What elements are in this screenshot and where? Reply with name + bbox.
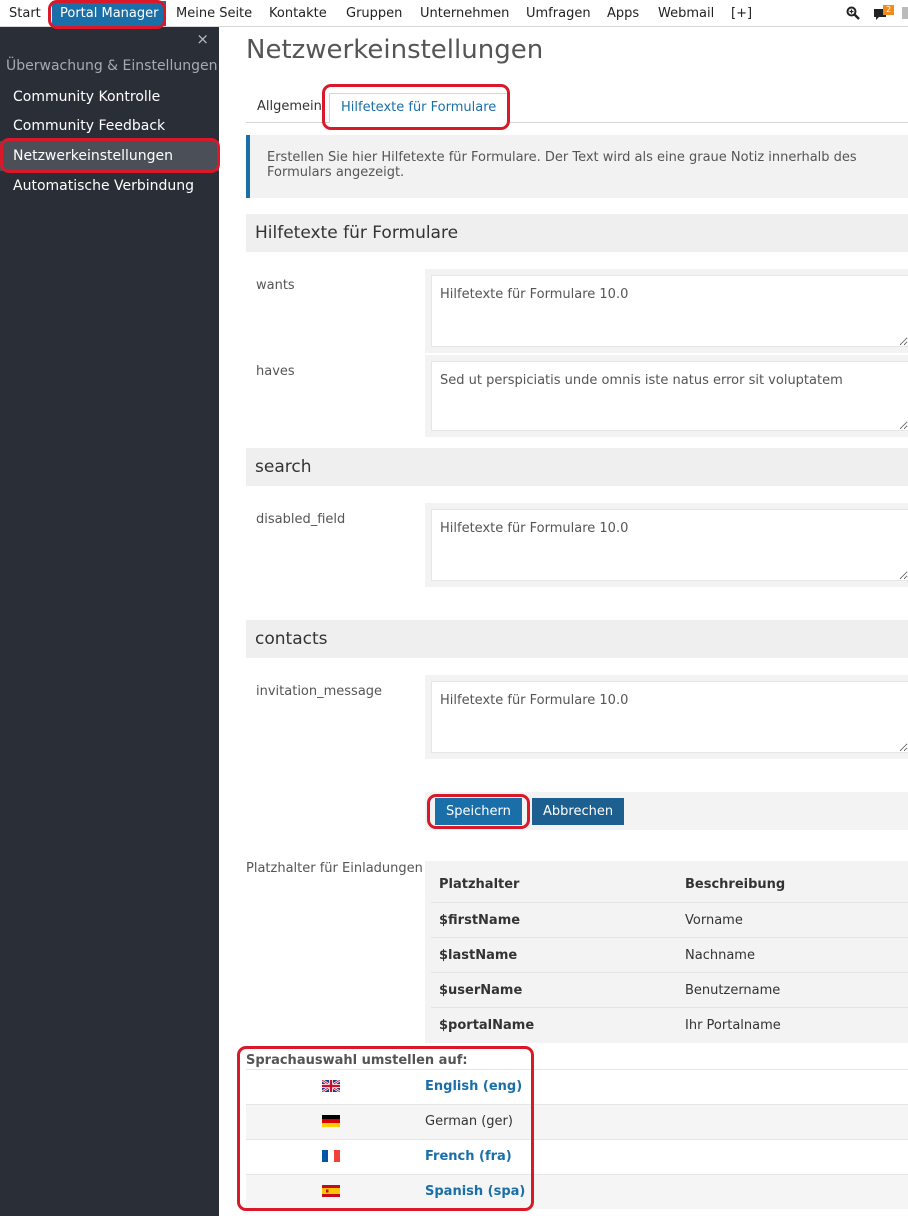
placeholder-description: Nachname xyxy=(685,948,755,963)
nav-umfragen[interactable]: Umfragen xyxy=(526,6,591,21)
language-option-french: French (fra) xyxy=(246,1139,908,1174)
wants-textarea[interactable]: Hilfetexte für Formulare 10.0 xyxy=(431,275,908,347)
main-content: Netzwerkeinstellungen Allgemein Hilfetex… xyxy=(219,27,908,1216)
placeholder-description: Ihr Portalname xyxy=(685,1018,781,1033)
textarea-container: Hilfetexte für Formulare 10.0 xyxy=(425,269,908,353)
spain-flag-icon xyxy=(322,1185,340,1197)
cancel-button[interactable]: Abbrechen xyxy=(532,798,625,825)
form-actions: Speichern Abbrechen xyxy=(425,792,908,830)
save-button[interactable]: Speichern xyxy=(435,798,522,825)
invitation-message-textarea[interactable]: Hilfetexte für Formulare 10.0 xyxy=(431,681,908,753)
placeholder-label: Platzhalter für Einladungen xyxy=(246,861,423,876)
sidebar-item-community-feedback[interactable]: Community Feedback xyxy=(0,111,219,141)
tab-hilfetexte[interactable]: Hilfetexte für Formulare xyxy=(329,93,509,123)
language-option-spanish: Spanish (spa) xyxy=(246,1174,908,1209)
close-icon[interactable]: × xyxy=(196,30,209,48)
sidebar-item-automatische-verbindung[interactable]: Automatische Verbindung xyxy=(0,171,219,201)
placeholder-description: Benutzername xyxy=(685,983,781,998)
tab-bar: Allgemein Hilfetexte für Formulare xyxy=(246,93,908,123)
placeholder-key: $userName xyxy=(439,983,523,998)
germany-flag-icon xyxy=(322,1115,340,1127)
field-label-disabled-field: disabled_field xyxy=(256,512,346,527)
field-label-wants: wants xyxy=(256,278,295,293)
search-icon[interactable] xyxy=(846,6,860,20)
sidebar: × Überwachung & Einstellungen Community … xyxy=(0,27,219,1216)
language-link-spanish[interactable]: Spanish (spa) xyxy=(425,1184,525,1199)
info-notice: Erstellen Sie hier Hilfetexte für Formul… xyxy=(246,135,908,198)
textarea-container: Hilfetexte für Formulare 10.0 xyxy=(425,675,908,759)
textarea-container: Sed ut perspiciatis unde omnis iste natu… xyxy=(425,355,908,437)
nav-more[interactable]: [+] xyxy=(731,6,752,21)
notification-badge: 2 xyxy=(883,5,894,15)
language-option-german: German (ger) xyxy=(246,1104,908,1139)
top-navigation: Start Portal Manager Meine Seite Kontakt… xyxy=(0,0,908,27)
language-current-german: German (ger) xyxy=(425,1114,513,1129)
field-label-invitation-message: invitation_message xyxy=(256,684,383,699)
table-row: $firstName Vorname xyxy=(431,903,908,938)
table-row: $userName Benutzername xyxy=(431,973,908,1008)
section-header-contacts: contacts xyxy=(246,620,908,658)
nav-apps[interactable]: Apps xyxy=(607,6,639,21)
page-title: Netzwerkeinstellungen xyxy=(246,35,544,65)
nav-portal-manager[interactable]: Portal Manager xyxy=(52,1,167,26)
france-flag-icon xyxy=(322,1150,340,1162)
language-link-english[interactable]: English (eng) xyxy=(425,1079,522,1094)
sidebar-item-netzwerkeinstellungen[interactable]: Netzwerkeinstellungen xyxy=(0,141,219,171)
column-header-description: Beschreibung xyxy=(685,877,786,892)
language-link-french[interactable]: French (fra) xyxy=(425,1149,512,1164)
placeholder-key: $portalName xyxy=(439,1018,535,1033)
uk-flag-icon xyxy=(321,1079,341,1093)
sidebar-heading: Überwachung & Einstellungen xyxy=(6,58,218,74)
table-row: $portalName Ihr Portalname xyxy=(431,1008,908,1043)
haves-textarea[interactable]: Sed ut perspiciatis unde omnis iste natu… xyxy=(431,361,908,431)
placeholder-key: $firstName xyxy=(439,913,521,928)
nav-gruppen[interactable]: Gruppen xyxy=(346,6,402,21)
nav-unternehmen[interactable]: Unternehmen xyxy=(420,6,509,21)
user-icon[interactable] xyxy=(902,7,908,19)
language-switch-heading: Sprachauswahl umstellen auf: xyxy=(246,1053,468,1068)
placeholder-description: Vorname xyxy=(685,913,743,928)
disabled-field-textarea[interactable]: Hilfetexte für Formulare 10.0 xyxy=(431,509,908,581)
table-header-row: Platzhalter Beschreibung xyxy=(431,867,908,903)
language-option-english: English (eng) xyxy=(246,1069,908,1104)
messages-icon[interactable]: 2 xyxy=(873,5,897,23)
column-header-placeholder: Platzhalter xyxy=(439,877,520,892)
sidebar-item-community-kontrolle[interactable]: Community Kontrolle xyxy=(0,82,219,112)
placeholder-key: $lastName xyxy=(439,948,518,963)
section-header-hilfetexte: Hilfetexte für Formulare xyxy=(246,214,908,252)
table-row: $lastName Nachname xyxy=(431,938,908,973)
textarea-container: Hilfetexte für Formulare 10.0 xyxy=(425,503,908,587)
tab-allgemein[interactable]: Allgemein xyxy=(246,93,333,123)
nav-webmail[interactable]: Webmail xyxy=(658,6,714,21)
field-label-haves: haves xyxy=(256,364,295,379)
section-header-search: search xyxy=(246,448,908,486)
nav-kontakte[interactable]: Kontakte xyxy=(269,6,327,21)
placeholder-table: Platzhalter Beschreibung $firstName Vorn… xyxy=(425,861,908,1043)
nav-meine-seite[interactable]: Meine Seite xyxy=(176,6,252,21)
nav-start[interactable]: Start xyxy=(9,6,41,21)
